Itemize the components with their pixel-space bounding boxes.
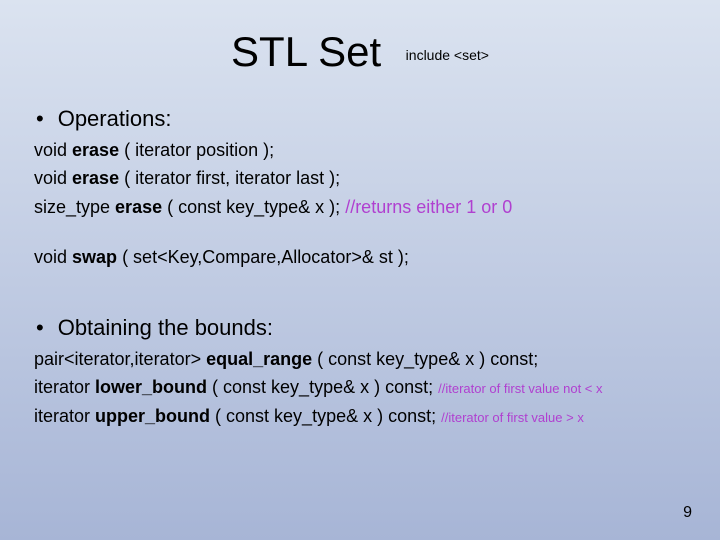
text: ( const key_type& x ) const;: [207, 377, 438, 397]
text: void: [34, 247, 72, 267]
slide-subtitle: include <set>: [406, 47, 489, 63]
text: ( set<Key,Compare,Allocator>& st );: [117, 247, 409, 267]
text: void: [34, 168, 72, 188]
erase-signature-1: void erase ( iterator position );: [34, 138, 690, 162]
equal-range-signature: pair<iterator,iterator> equal_range ( co…: [34, 347, 690, 371]
method-name: equal_range: [206, 349, 312, 369]
text: ( iterator first, iterator last );: [119, 168, 340, 188]
erase-signature-3: size_type erase ( const key_type& x ); /…: [34, 195, 690, 219]
method-name: upper_bound: [95, 406, 210, 426]
slide: STL Set include <set> Operations: void e…: [0, 0, 720, 540]
text: size_type: [34, 197, 115, 217]
lower-bound-signature: iterator lower_bound ( const key_type& x…: [34, 375, 690, 399]
text: pair<iterator,iterator>: [34, 349, 206, 369]
swap-signature: void swap ( set<Key,Compare,Allocator>& …: [34, 245, 690, 269]
spacer: [30, 223, 690, 245]
text: ( const key_type& x ) const;: [210, 406, 441, 426]
text: iterator: [34, 377, 95, 397]
text: ( const key_type& x );: [162, 197, 345, 217]
method-name: erase: [72, 168, 119, 188]
text: ( iterator position );: [119, 140, 274, 160]
text: void: [34, 140, 72, 160]
comment: //returns either 1 or 0: [345, 197, 512, 217]
text: iterator: [34, 406, 95, 426]
method-name: erase: [115, 197, 162, 217]
erase-signature-2: void erase ( iterator first, iterator la…: [34, 166, 690, 190]
comment: //iterator of first value > x: [441, 410, 584, 425]
method-name: lower_bound: [95, 377, 207, 397]
slide-title: STL Set: [231, 28, 381, 76]
bounds-heading: Obtaining the bounds:: [36, 315, 690, 341]
method-name: swap: [72, 247, 117, 267]
text: ( const key_type& x ) const;: [312, 349, 538, 369]
comment: //iterator of first value not < x: [438, 381, 602, 396]
page-number: 9: [683, 504, 692, 522]
spacer: [30, 273, 690, 315]
operations-heading: Operations:: [36, 106, 690, 132]
method-name: erase: [72, 140, 119, 160]
title-row: STL Set include <set>: [30, 28, 690, 76]
upper-bound-signature: iterator upper_bound ( const key_type& x…: [34, 404, 690, 428]
